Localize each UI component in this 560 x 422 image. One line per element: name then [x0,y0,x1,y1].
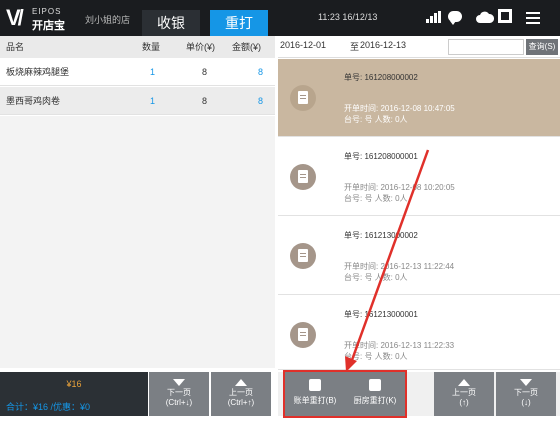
order-card[interactable]: 单号: 161208000002 开单时间: 2016-12-08 10:47:… [278,59,560,137]
next-page-label: 下一页 [514,388,538,397]
logo-mark: V/ [6,5,24,30]
brand-name: 开店宝 [32,20,65,32]
brand-top: EIPOS [32,7,62,16]
next-page-label: 下一页 [167,388,191,397]
col-name: 品名 [6,42,25,52]
app-logo: V/ EIPOS 开店宝 [6,5,76,33]
order-open-time: 开单时间: 2016-12-13 11:22:44 [344,262,455,271]
item-qty: 1 [150,96,156,106]
receipt-icon [290,85,316,111]
items-prev-page-button[interactable]: 上一页 (Ctrl+↑) [211,372,271,416]
items-empty-area [0,116,275,368]
col-price: 单价(¥) [186,42,215,52]
query-button[interactable]: 查询(S) [526,39,558,55]
chevron-up-icon [458,379,470,386]
orders-prev-page-button[interactable]: 上一页 (↑) [434,372,494,416]
receipt-icon [290,322,316,348]
order-number: 单号: 161208000001 [344,152,418,161]
highlight-box [283,370,407,418]
items-table-header: 品名 数量 单价(¥) 金额(¥) [0,36,275,58]
col-amount: 金额(¥) [232,42,261,52]
prev-page-shortcut: (Ctrl+↑) [227,398,255,407]
receipt-icon [290,164,316,190]
order-card[interactable]: 单号: 161208000001 开单时间: 2016-12-08 10:20:… [278,138,560,216]
date-separator: 至 [350,42,360,52]
item-price: 8 [202,96,208,106]
menu-icon[interactable] [518,8,550,28]
order-table-info: 台号: 号 人数: 0人 [344,273,408,282]
order-number: 单号: 161213000001 [344,310,418,319]
tab-reprint[interactable]: 重打 [210,10,268,36]
items-next-page-button[interactable]: 下一页 (Ctrl+↓) [149,372,209,416]
col-qty: 数量 [142,42,161,52]
grid-icon[interactable] [498,9,512,23]
end-date-field[interactable]: 2016-12-13 [360,40,406,50]
chevron-up-icon [235,379,247,386]
item-name: 板烧麻辣鸡腿堡 [6,67,70,77]
order-open-time: 开单时间: 2016-12-08 10:20:05 [344,183,455,192]
item-name: 墨西哥鸡肉卷 [6,96,61,106]
order-open-time: 开单时间: 2016-12-13 11:22:33 [344,341,455,350]
table-row[interactable]: 墨西哥鸡肉卷 1 8 8 [0,87,275,115]
item-price: 8 [202,67,208,77]
shop-name: 刘小姐的店 [85,15,131,25]
tab-cashier[interactable]: 收银 [142,10,200,36]
order-card[interactable]: 单号: 161213000002 开单时间: 2016-12-13 11:22:… [278,217,560,295]
orders-next-page-button[interactable]: 下一页 (↓) [496,372,556,416]
order-number: 单号: 161208000002 [344,73,418,82]
receipt-icon [290,243,316,269]
total-amount: ¥16 [66,379,82,389]
chevron-down-icon [173,379,185,386]
order-table-info: 台号: 号 人数: 0人 [344,115,408,124]
search-bar: 2016-12-01 至 2016-12-13 查询(S) [278,36,560,58]
order-card[interactable]: 单号: 161213000001 开单时间: 2016-12-13 11:22:… [278,296,560,370]
status-time-date: 11:23 16/12/13 [318,12,378,22]
order-table-info: 台号: 号 人数: 0人 [344,352,408,361]
order-open-time: 开单时间: 2016-12-08 10:47:05 [344,104,455,113]
prev-page-label: 上一页 [452,388,476,397]
order-table-info: 台号: 号 人数: 0人 [344,194,408,203]
prev-page-label: 上一页 [229,388,253,397]
item-qty: 1 [150,67,156,77]
prev-page-shortcut: (↑) [459,398,469,407]
cloud-icon[interactable] [476,11,494,23]
search-input[interactable] [448,39,524,55]
top-bar: V/ EIPOS 开店宝 刘小姐的店 收银 重打 11:23 16/12/13 [0,0,560,36]
order-number: 单号: 161213000002 [344,231,418,240]
next-page-shortcut: (Ctrl+↓) [165,398,193,407]
chevron-down-icon [520,379,532,386]
next-page-shortcut: (↓) [521,398,531,407]
item-amount: 8 [258,96,264,106]
start-date-field[interactable]: 2016-12-01 [280,40,326,50]
item-amount: 8 [258,67,264,77]
total-summary: 合计：¥16 /优惠：¥0 [6,402,91,412]
chat-icon[interactable] [448,11,462,25]
table-row[interactable]: 板烧麻辣鸡腿堡 1 8 8 [0,58,275,86]
total-panel: ¥16 合计：¥16 /优惠：¥0 [0,372,148,416]
signal-icon [426,11,442,23]
